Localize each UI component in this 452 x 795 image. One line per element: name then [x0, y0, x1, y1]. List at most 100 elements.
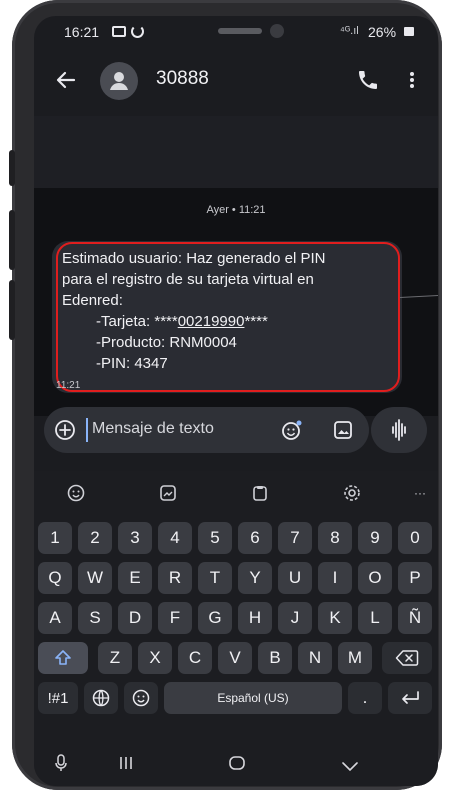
key-v[interactable]: V: [218, 642, 252, 674]
symbols-key[interactable]: !#1: [38, 682, 78, 714]
add-attachment-icon[interactable]: [54, 419, 76, 441]
tarjeta-suffix: ****: [244, 313, 268, 330]
enter-key[interactable]: [388, 682, 432, 714]
volume-down-button: [9, 280, 15, 340]
key-m[interactable]: M: [338, 642, 372, 674]
key-5[interactable]: 5: [198, 522, 232, 554]
tarjeta-prefix: -Tarjeta: ****: [96, 313, 178, 330]
key-h[interactable]: H: [238, 602, 272, 634]
key-u[interactable]: U: [278, 562, 312, 594]
key-c[interactable]: C: [178, 642, 212, 674]
waveform-icon: [392, 419, 406, 441]
more-tools-icon[interactable]: ···: [408, 481, 432, 505]
gallery-notification-icon: [112, 26, 126, 37]
battery-icon: [404, 27, 414, 36]
date-label: Ayer • 11:21: [206, 204, 266, 216]
key-s[interactable]: S: [78, 602, 112, 634]
key-q[interactable]: Q: [38, 562, 72, 594]
key-a[interactable]: A: [38, 602, 72, 634]
keyboard: ··· 1 2 3 4 5 6 7 8 9 0 Q W E R T Y U I …: [34, 471, 438, 786]
key-b[interactable]: B: [258, 642, 292, 674]
contact-avatar[interactable]: [100, 62, 138, 100]
return-arrow-icon: [402, 691, 419, 704]
emoji-picker-icon[interactable]: [280, 418, 304, 442]
smiley-icon: [132, 689, 150, 707]
key-g[interactable]: G: [198, 602, 232, 634]
settings-gear-icon[interactable]: [340, 481, 364, 505]
pin-line: -PIN: 4347: [96, 355, 168, 372]
volume-up-button: [9, 210, 15, 270]
signal-icon: ⁴ᴳ.ıl: [340, 25, 359, 37]
status-time: 16:21: [64, 24, 100, 40]
tarjeta-line: -Tarjeta: ****00219990****: [62, 311, 392, 332]
key-4[interactable]: 4: [158, 522, 192, 554]
call-icon[interactable]: [356, 68, 380, 92]
message-text: Estimado usuario: Haz generado el PIN pa…: [62, 248, 392, 374]
key-enye[interactable]: Ñ: [398, 602, 432, 634]
emoji-key[interactable]: [124, 682, 158, 714]
recent-apps-icon[interactable]: [118, 755, 134, 776]
conversation-header: 30888: [34, 54, 438, 116]
contact-name[interactable]: 30888: [156, 68, 209, 90]
producto-line: -Producto: RNM0004: [96, 334, 237, 351]
key-j[interactable]: J: [278, 602, 312, 634]
key-n[interactable]: N: [298, 642, 332, 674]
key-f[interactable]: F: [158, 602, 192, 634]
text-cursor: [86, 418, 88, 442]
more-options-icon[interactable]: [406, 68, 418, 92]
speaker-grille: [218, 28, 262, 34]
key-o[interactable]: O: [358, 562, 392, 594]
gallery-icon[interactable]: [332, 419, 354, 441]
sync-notification-icon: [131, 25, 144, 38]
key-8[interactable]: 8: [318, 522, 352, 554]
key-6[interactable]: 6: [238, 522, 272, 554]
message-list-top: [34, 116, 438, 188]
key-z[interactable]: Z: [98, 642, 132, 674]
key-l[interactable]: L: [358, 602, 392, 634]
hide-keyboard-icon[interactable]: [340, 757, 360, 778]
key-0[interactable]: 0: [398, 522, 432, 554]
battery-percent: 26%: [368, 24, 397, 40]
emoji-keyboard-icon[interactable]: [64, 481, 88, 505]
back-arrow-icon[interactable]: [54, 68, 78, 92]
language-key[interactable]: [84, 682, 118, 714]
message-line: Edenred:: [62, 292, 123, 309]
globe-icon: [92, 689, 110, 707]
message-input[interactable]: Mensaje de texto: [92, 420, 214, 438]
message-line: Estimado usuario: Haz generado el PIN: [62, 250, 326, 267]
voice-typing-icon[interactable]: [54, 753, 68, 778]
key-p[interactable]: P: [398, 562, 432, 594]
voice-message-button[interactable]: [371, 407, 427, 453]
person-icon: [110, 72, 128, 90]
key-r[interactable]: R: [158, 562, 192, 594]
front-camera: [270, 24, 284, 38]
period-key[interactable]: .: [348, 682, 382, 714]
key-2[interactable]: 2: [78, 522, 112, 554]
shift-arrow-icon: [55, 650, 71, 665]
key-7[interactable]: 7: [278, 522, 312, 554]
key-i[interactable]: I: [318, 562, 352, 594]
tarjeta-number-link[interactable]: 00219990: [178, 313, 245, 330]
side-button: [9, 150, 15, 186]
message-line: para el registro de su tarjeta virtual e…: [62, 271, 314, 288]
key-y[interactable]: Y: [238, 562, 272, 594]
backspace-key[interactable]: [382, 642, 432, 674]
composer-bar: Mensaje de texto: [44, 407, 369, 453]
message-time: 11:21: [56, 380, 81, 391]
home-icon[interactable]: [228, 755, 246, 776]
key-k[interactable]: K: [318, 602, 352, 634]
phone-screen: 16:21 ⁴ᴳ.ıl 26% 30888 Ayer • 11:21 Estim…: [34, 16, 438, 786]
clipboard-icon[interactable]: [248, 481, 272, 505]
key-x[interactable]: X: [138, 642, 172, 674]
key-e[interactable]: E: [118, 562, 152, 594]
key-3[interactable]: 3: [118, 522, 152, 554]
space-key[interactable]: Español (US): [164, 682, 342, 714]
key-d[interactable]: D: [118, 602, 152, 634]
key-t[interactable]: T: [198, 562, 232, 594]
key-1[interactable]: 1: [38, 522, 72, 554]
key-9[interactable]: 9: [358, 522, 392, 554]
sticker-icon[interactable]: [156, 481, 180, 505]
shift-key[interactable]: [38, 642, 88, 674]
backspace-icon: [395, 650, 419, 666]
key-w[interactable]: W: [78, 562, 112, 594]
